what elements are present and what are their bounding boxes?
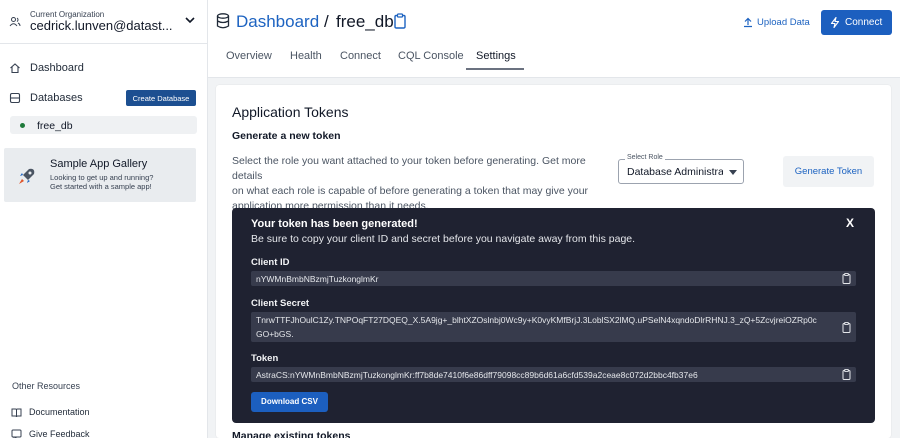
feedback-icon xyxy=(11,429,22,438)
users-icon xyxy=(9,17,21,27)
sidebar-item-label: Databases xyxy=(30,92,83,104)
caret-down-icon xyxy=(729,170,737,175)
sidebar: Current Organization cedrick.lunven@data… xyxy=(0,0,208,438)
status-dot xyxy=(20,123,25,128)
rocket-icon xyxy=(19,168,35,184)
other-resources-heading: Other Resources xyxy=(12,381,81,391)
tab-settings[interactable]: Settings xyxy=(476,50,516,70)
role-description: Select the role you want attached to you… xyxy=(232,154,602,214)
tab-overview[interactable]: Overview xyxy=(226,50,272,70)
home-icon xyxy=(10,63,20,74)
org-switcher[interactable]: Current Organization cedrick.lunven@data… xyxy=(0,0,207,44)
give-feedback-label: Give Feedback xyxy=(29,429,90,438)
tab-health[interactable]: Health xyxy=(290,50,322,70)
section-subtitle: Generate a new token xyxy=(232,130,341,142)
section-title: Application Tokens xyxy=(232,104,349,120)
generate-token-label: Generate Token xyxy=(794,166,863,177)
sidebar-item-label: Dashboard xyxy=(30,62,84,74)
select-role-dropdown[interactable]: Select Role Database Administrator xyxy=(618,154,744,184)
token-value: AstraCS:nYWMnBmbNBzmjTuzkonglmKr:ff7b8de… xyxy=(256,370,698,380)
copy-icon[interactable] xyxy=(842,273,851,284)
token-label: Token xyxy=(251,353,279,364)
tab-connect[interactable]: Connect xyxy=(340,50,381,70)
client-id-label: Client ID xyxy=(251,257,290,268)
select-role-label: Select Role xyxy=(625,154,665,161)
breadcrumb-dashboard-link[interactable]: Dashboard xyxy=(236,12,319,32)
download-csv-button[interactable]: Download CSV xyxy=(251,392,328,412)
client-id-field[interactable]: nYWMnBmbNBzmjTuzkonglmKr xyxy=(251,271,856,286)
select-role-value: Database Administrator xyxy=(627,166,723,178)
description-line: on what each role is capable of before g… xyxy=(232,185,589,197)
sidebar-item-label: free_db xyxy=(37,120,73,132)
chevron-down-icon[interactable] xyxy=(184,15,196,25)
page-title: free_db xyxy=(336,12,394,31)
copy-icon[interactable] xyxy=(842,369,851,380)
gallery-subtitle: Looking to get up and running? xyxy=(50,173,154,182)
sidebar-item-free-db[interactable]: free_db xyxy=(10,116,197,134)
give-feedback-link[interactable]: Give Feedback xyxy=(0,426,207,438)
panel-title: Your token has been generated! xyxy=(251,218,418,230)
client-id-value: nYWMnBmbNBzmjTuzkonglmKr xyxy=(256,274,379,284)
description-line: Select the role you want attached to you… xyxy=(232,155,586,182)
client-secret-field[interactable]: TnrwTTFJhOulC1Zy.TNPOqFT27DQEQ_X.5A9jg+_… xyxy=(251,312,856,342)
manage-tokens-heading: Manage existing tokens xyxy=(232,430,351,438)
book-icon xyxy=(11,408,22,418)
generated-token-panel: Your token has been generated! Be sure t… xyxy=(232,208,875,423)
create-database-button[interactable]: Create Database xyxy=(126,90,196,106)
breadcrumb-separator: / xyxy=(324,12,329,31)
page-header: Dashboard / free_db Upload Data Connect … xyxy=(208,0,900,78)
active-tab-indicator xyxy=(466,68,524,70)
sample-app-gallery[interactable]: Sample App Gallery Looking to get up and… xyxy=(4,148,196,202)
connect-label: Connect xyxy=(845,17,883,28)
panel-subtitle: Be sure to copy your client ID and secre… xyxy=(251,233,636,245)
sidebar-item-dashboard[interactable]: Dashboard xyxy=(0,56,207,80)
generate-token-button[interactable]: Generate Token xyxy=(783,156,874,187)
documentation-label: Documentation xyxy=(29,407,90,417)
client-secret-value: TnrwTTFJhOulC1Zy.TNPOqFT27DQEQ_X.5A9jg+_… xyxy=(256,315,817,325)
database-icon xyxy=(9,92,21,104)
tab-cql-console[interactable]: CQL Console xyxy=(398,50,464,70)
gallery-title: Sample App Gallery xyxy=(50,158,148,170)
documentation-link[interactable]: Documentation xyxy=(0,404,207,422)
upload-icon xyxy=(744,17,752,28)
connect-button[interactable]: Connect xyxy=(821,10,892,35)
gallery-subtitle: Get started with a sample app! xyxy=(50,182,152,191)
clipboard-icon[interactable] xyxy=(394,13,406,29)
close-button[interactable]: X xyxy=(846,216,854,230)
client-secret-label: Client Secret xyxy=(251,298,310,309)
token-field[interactable]: AstraCS:nYWMnBmbNBzmjTuzkonglmKr:ff7b8de… xyxy=(251,367,856,382)
upload-data-label: Upload Data xyxy=(757,17,810,28)
org-name: cedrick.lunven@datast... xyxy=(30,18,173,33)
lightning-icon xyxy=(830,17,840,28)
database-icon xyxy=(216,13,230,29)
copy-icon[interactable] xyxy=(842,322,851,333)
download-csv-label: Download CSV xyxy=(261,397,318,406)
client-secret-value: GO+bGS. xyxy=(256,329,294,339)
application-tokens-card: Application Tokens Generate a new token … xyxy=(216,85,891,438)
